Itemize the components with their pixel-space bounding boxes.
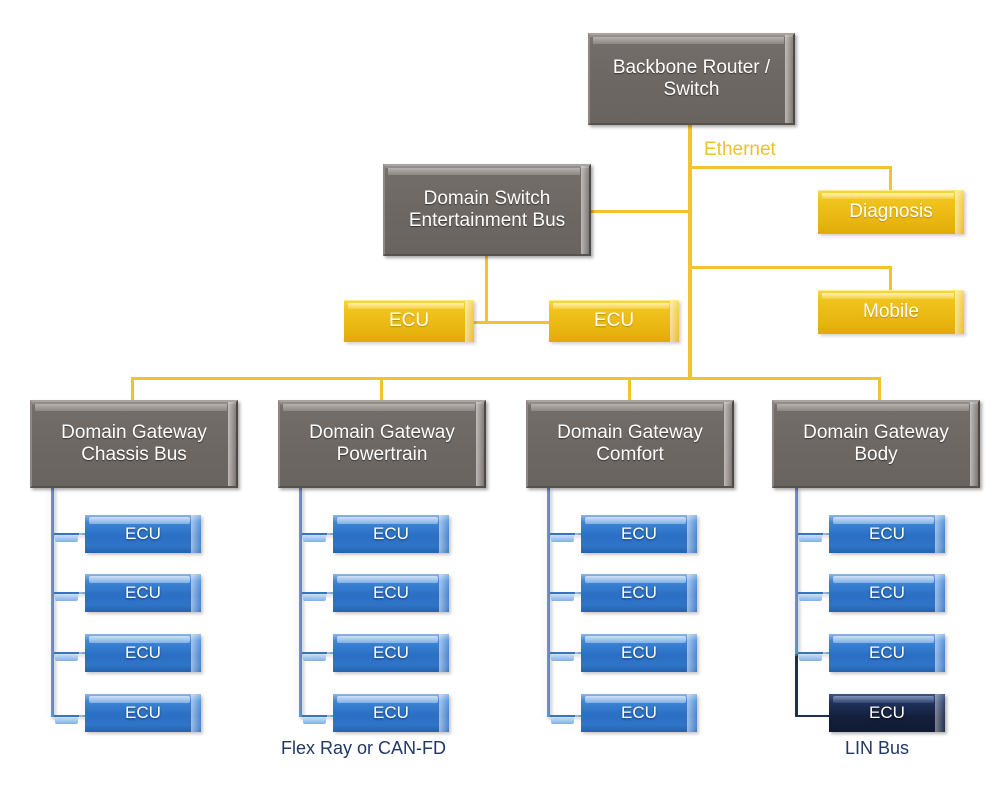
- gateway-body-label: Domain Gateway Body: [797, 422, 955, 467]
- node-ecu-body-3[interactable]: ECU: [829, 634, 945, 672]
- node-diagnosis[interactable]: Diagnosis: [818, 190, 964, 234]
- ecu-powertrain-3-label: ECU: [373, 642, 409, 662]
- ecu-chassis-1-label: ECU: [125, 523, 161, 543]
- ecu-body-2-label: ECU: [869, 582, 905, 602]
- gateway-powertrain-line2: Powertrain: [336, 444, 428, 465]
- ecu-body-4-label: ECU: [869, 702, 905, 722]
- lin-branch-body-4: [795, 715, 833, 717]
- ecu-powertrain-4-label: ECU: [373, 702, 409, 722]
- network-diagram-canvas: Backbone Router / Switch Domain Switch E…: [0, 0, 999, 786]
- bus-branch-body-3: [795, 652, 833, 661]
- bus-branch-chassis-4: [51, 715, 89, 724]
- gateway-chassis-bus-label: Domain Gateway Chassis Bus: [55, 422, 213, 467]
- ethernet-branch-mobile-horizontal: [690, 266, 892, 269]
- gateway-body-line1: Domain Gateway: [803, 421, 949, 443]
- label-lin-bus: LIN Bus: [845, 738, 910, 758]
- ethernet-domain-switch-stem: [485, 254, 488, 324]
- ecu-body-1-label: ECU: [869, 523, 905, 543]
- ethernet-drop-gateway-4: [878, 377, 881, 400]
- bus-branch-body-2: [795, 592, 833, 601]
- ecu-comfort-2-label: ECU: [621, 582, 657, 602]
- node-ecu-powertrain-3[interactable]: ECU: [333, 634, 449, 672]
- ecu-comfort-4-label: ECU: [621, 702, 657, 722]
- node-gateway-body[interactable]: Domain Gateway Body: [772, 400, 980, 488]
- ethernet-drop-gateway-1: [131, 377, 134, 400]
- gateway-comfort-line2: Comfort: [596, 444, 664, 465]
- bus-branch-comfort-2: [547, 592, 585, 601]
- node-ecu-body-4-lin[interactable]: ECU: [829, 694, 945, 732]
- node-gateway-comfort[interactable]: Domain Gateway Comfort: [526, 400, 734, 488]
- bus-branch-powertrain-3: [299, 652, 337, 661]
- gateway-chassis-bus-line2: Chassis Bus: [81, 444, 187, 465]
- ecu-powertrain-2-label: ECU: [373, 582, 409, 602]
- bus-branch-chassis-2: [51, 592, 89, 601]
- node-gateway-chassis-bus[interactable]: Domain Gateway Chassis Bus: [30, 400, 238, 488]
- bus-branch-body-1: [795, 533, 833, 542]
- node-ecu-powertrain-1[interactable]: ECU: [333, 515, 449, 553]
- ecu-comfort-3-label: ECU: [621, 642, 657, 662]
- node-entertainment-ecu-1[interactable]: ECU: [344, 300, 474, 342]
- ethernet-branch-diagnosis-vertical: [889, 166, 892, 190]
- node-gateway-powertrain[interactable]: Domain Gateway Powertrain: [278, 400, 486, 488]
- ecu-chassis-4-label: ECU: [125, 702, 161, 722]
- ecu-comfort-1-label: ECU: [621, 523, 657, 543]
- bus-stem-comfort: [540, 488, 550, 717]
- node-ecu-body-1[interactable]: ECU: [829, 515, 945, 553]
- node-ecu-chassis-3[interactable]: ECU: [85, 634, 201, 672]
- gateway-body-line2: Body: [854, 444, 898, 465]
- ecu-chassis-3-label: ECU: [125, 642, 161, 662]
- entertainment-ecu-1-label: ECU: [388, 310, 430, 332]
- bus-stem-chassis: [44, 488, 54, 717]
- bus-branch-chassis-3: [51, 652, 89, 661]
- node-ecu-comfort-3[interactable]: ECU: [581, 634, 697, 672]
- ecu-chassis-2-label: ECU: [125, 582, 161, 602]
- node-ecu-powertrain-2[interactable]: ECU: [333, 574, 449, 612]
- ethernet-branch-diagnosis-horizontal: [690, 166, 892, 169]
- mobile-label: Mobile: [863, 301, 919, 323]
- ethernet-drop-gateway-3: [628, 377, 631, 400]
- backbone-label: Backbone Router / Switch: [612, 56, 771, 100]
- label-ethernet: Ethernet: [704, 139, 776, 160]
- label-flexray-canfd: Flex Ray or CAN-FD: [281, 738, 447, 758]
- bus-branch-powertrain-1: [299, 533, 337, 542]
- gateway-powertrain-label: Domain Gateway Powertrain: [303, 422, 461, 467]
- node-ecu-powertrain-4[interactable]: ECU: [333, 694, 449, 732]
- ecu-powertrain-1-label: ECU: [373, 523, 409, 543]
- bus-branch-chassis-1: [51, 533, 89, 542]
- node-ecu-body-2[interactable]: ECU: [829, 574, 945, 612]
- ethernet-trunk-vertical: [688, 124, 692, 380]
- gateway-powertrain-line1: Domain Gateway: [309, 421, 455, 443]
- gateway-comfort-line1: Domain Gateway: [557, 421, 703, 443]
- entertainment-ecu-2-label: ECU: [593, 310, 635, 332]
- node-ecu-chassis-2[interactable]: ECU: [85, 574, 201, 612]
- node-ecu-chassis-1[interactable]: ECU: [85, 515, 201, 553]
- node-ecu-comfort-1[interactable]: ECU: [581, 515, 697, 553]
- ethernet-gateway-bus-bar: [131, 377, 881, 380]
- node-entertainment-ecu-2[interactable]: ECU: [549, 300, 679, 342]
- node-mobile[interactable]: Mobile: [818, 290, 964, 334]
- bus-branch-powertrain-4: [299, 715, 337, 724]
- lin-stem-body: [795, 652, 798, 717]
- bus-branch-comfort-4: [547, 715, 585, 724]
- domain-switch-label: Domain Switch Entertainment Bus: [408, 187, 566, 231]
- node-ecu-comfort-4[interactable]: ECU: [581, 694, 697, 732]
- ethernet-branch-mobile-vertical: [889, 266, 892, 290]
- diagnosis-label: Diagnosis: [849, 201, 933, 223]
- node-ecu-chassis-4[interactable]: ECU: [85, 694, 201, 732]
- ecu-body-3-label: ECU: [869, 642, 905, 662]
- bus-branch-powertrain-2: [299, 592, 337, 601]
- gateway-comfort-label: Domain Gateway Comfort: [551, 422, 709, 467]
- bus-stem-powertrain: [292, 488, 302, 717]
- node-backbone-router-switch[interactable]: Backbone Router / Switch: [588, 33, 795, 125]
- gateway-chassis-bus-line1: Domain Gateway: [61, 421, 207, 443]
- node-domain-switch-entertainment[interactable]: Domain Switch Entertainment Bus: [383, 164, 591, 256]
- node-ecu-comfort-2[interactable]: ECU: [581, 574, 697, 612]
- bus-stem-body: [788, 488, 798, 656]
- ethernet-drop-gateway-2: [380, 377, 383, 400]
- bus-branch-comfort-1: [547, 533, 585, 542]
- ethernet-branch-domain-switch: [588, 210, 690, 213]
- bus-branch-comfort-3: [547, 652, 585, 661]
